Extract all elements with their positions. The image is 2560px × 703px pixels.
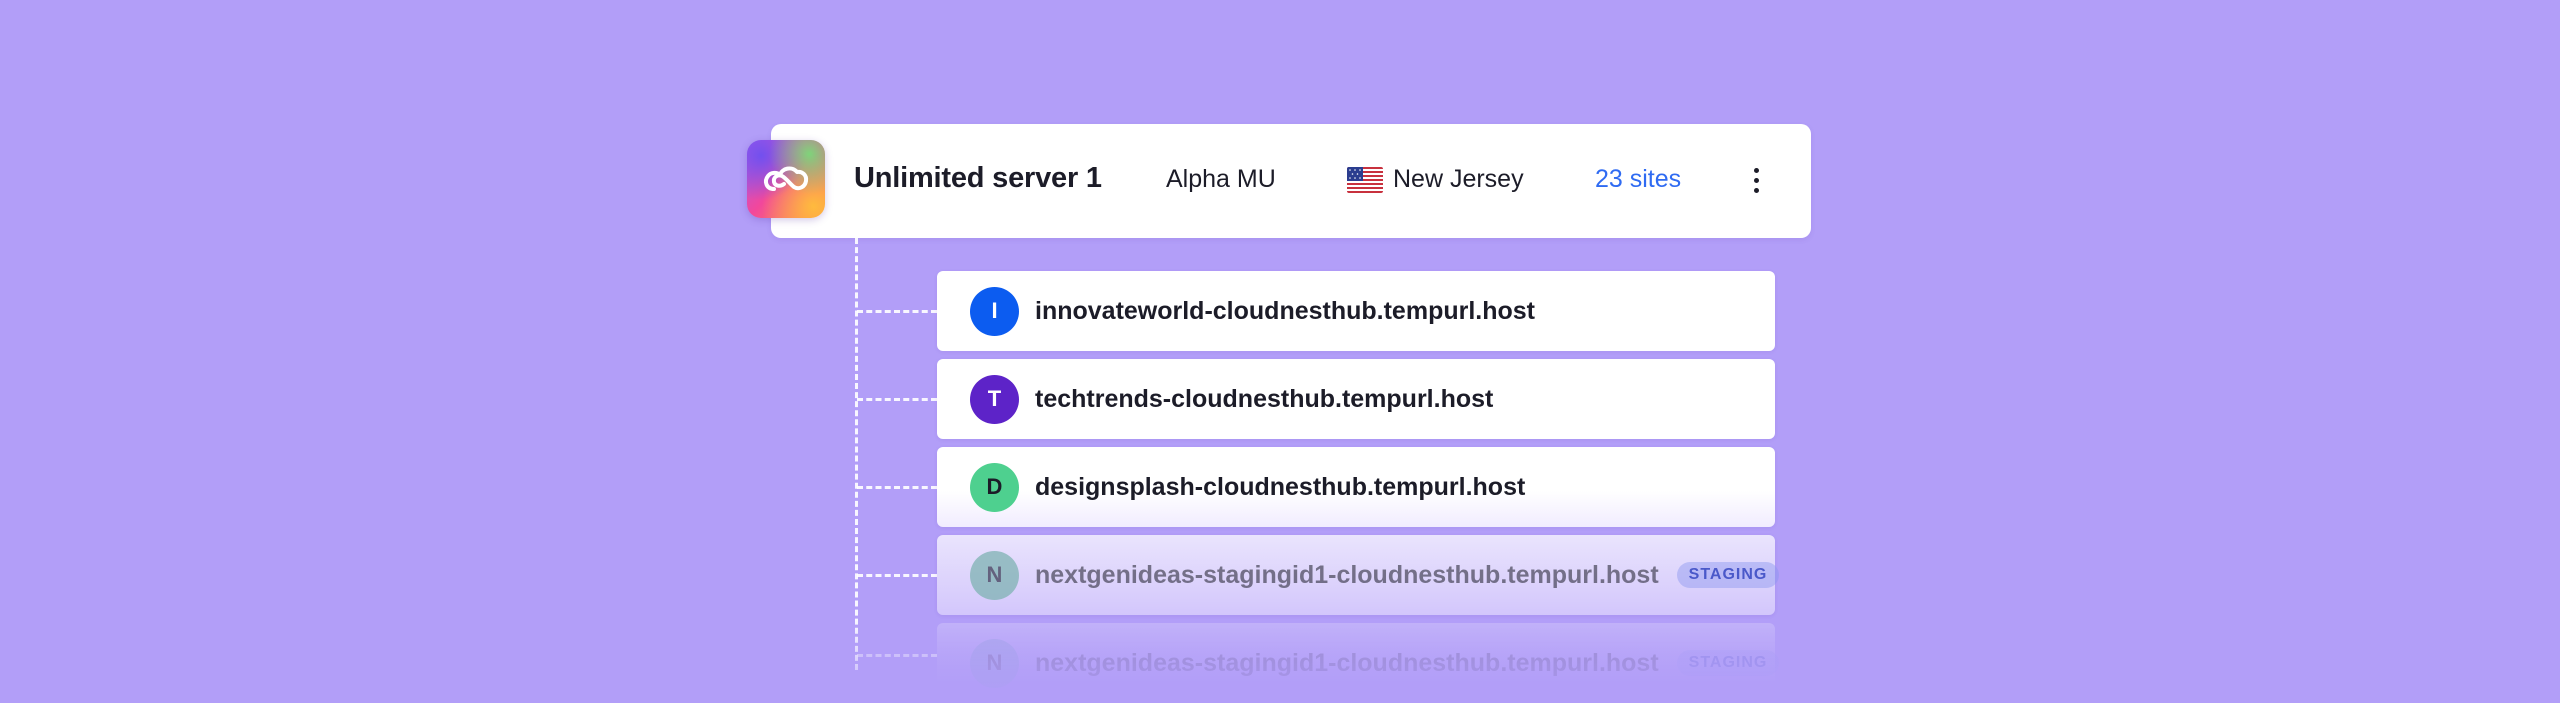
site-row[interactable]: I innovateworld-cloudnesthub.tempurl.hos… — [937, 271, 1775, 351]
menu-dot — [1753, 167, 1759, 173]
site-domain: techtrends-cloudnesthub.tempurl.host — [1035, 384, 1494, 413]
site-domain: nextgenideas-stagingid1-cloudnesthub.tem… — [1035, 560, 1659, 589]
tree-connector-vertical — [855, 238, 858, 670]
menu-dot — [1753, 187, 1759, 193]
site-domain: innovateworld-cloudnesthub.tempurl.host — [1035, 296, 1535, 325]
sites-count-link[interactable]: 23 sites — [1595, 165, 1681, 194]
site-avatar: N — [970, 638, 1019, 688]
site-avatar: T — [970, 374, 1019, 424]
staging-badge: STAGING — [1676, 562, 1780, 588]
location-name: New Jersey — [1393, 165, 1524, 193]
tree-connector-branch — [857, 310, 937, 313]
site-avatar: I — [970, 286, 1019, 336]
site-domain: designsplash-cloudnesthub.tempurl.host — [1035, 472, 1526, 501]
site-row[interactable]: N nextgenideas-stagingid1-cloudnesthub.t… — [937, 535, 1780, 615]
site-row[interactable]: N nextgenideas-stagingid1-cloudnesthub.t… — [937, 623, 1780, 703]
site-avatar: N — [970, 550, 1019, 600]
server-location: New Jersey — [1347, 165, 1524, 194]
tree-connector-branch — [857, 486, 937, 489]
tree-connector-branch — [857, 398, 937, 401]
site-domain: nextgenideas-stagingid1-cloudnesthub.tem… — [1035, 648, 1659, 677]
server-plan: Alpha MU — [1166, 165, 1276, 193]
tree-connector-branch — [857, 574, 937, 577]
server-name: Unlimited server 1 — [854, 162, 1102, 194]
vertical-ellipsis-icon[interactable] — [1740, 160, 1772, 200]
us-flag-icon — [1347, 166, 1383, 193]
tree-connector-branch — [857, 654, 937, 657]
site-row[interactable]: D designsplash-cloudnesthub.tempurl.host — [937, 447, 1775, 527]
site-avatar: D — [970, 462, 1019, 512]
menu-dot — [1753, 177, 1759, 183]
infinity-cloud-logo-icon — [747, 140, 825, 218]
staging-badge: STAGING — [1676, 650, 1780, 676]
site-row[interactable]: T techtrends-cloudnesthub.tempurl.host — [937, 359, 1775, 439]
